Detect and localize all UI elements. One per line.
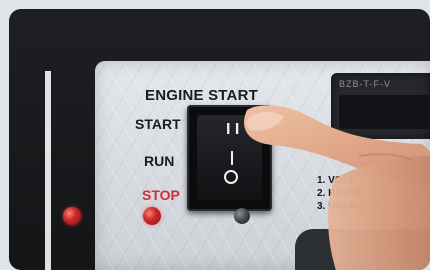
display-screen	[339, 95, 430, 129]
rocker-face[interactable]: I I	[197, 115, 262, 201]
control-knob[interactable]	[234, 208, 250, 224]
on-mark: I I	[226, 121, 240, 138]
control-panel: ENGINE START START RUN STOP I I BZB-T-F-…	[95, 61, 430, 270]
monitor-display: BZB-T-F-V	[331, 73, 430, 139]
run-label: RUN	[144, 153, 175, 169]
stop-label: STOP	[142, 187, 180, 203]
start-label: START	[135, 116, 181, 132]
list-item: 2. HERTZ	[317, 188, 362, 199]
lower-control-section	[295, 229, 430, 270]
red-indicator-light	[63, 207, 81, 225]
monitor-functions-list: 1. VOLT 2. HERTZ 3. HOURS	[317, 174, 364, 213]
left-stripe	[45, 71, 51, 270]
list-item: 3. HOURS	[317, 201, 365, 212]
engine-rocker-switch[interactable]: I I	[187, 105, 272, 211]
red-indicator-light	[143, 207, 161, 225]
photo-frame: ENGINE START START RUN STOP I I BZB-T-F-…	[9, 9, 430, 270]
run-mark	[231, 151, 233, 165]
list-item: 1. VOLT	[317, 175, 355, 186]
engine-start-title: ENGINE START	[145, 87, 258, 104]
display-label: BZB-T-F-V	[339, 79, 391, 89]
off-mark	[224, 170, 238, 184]
